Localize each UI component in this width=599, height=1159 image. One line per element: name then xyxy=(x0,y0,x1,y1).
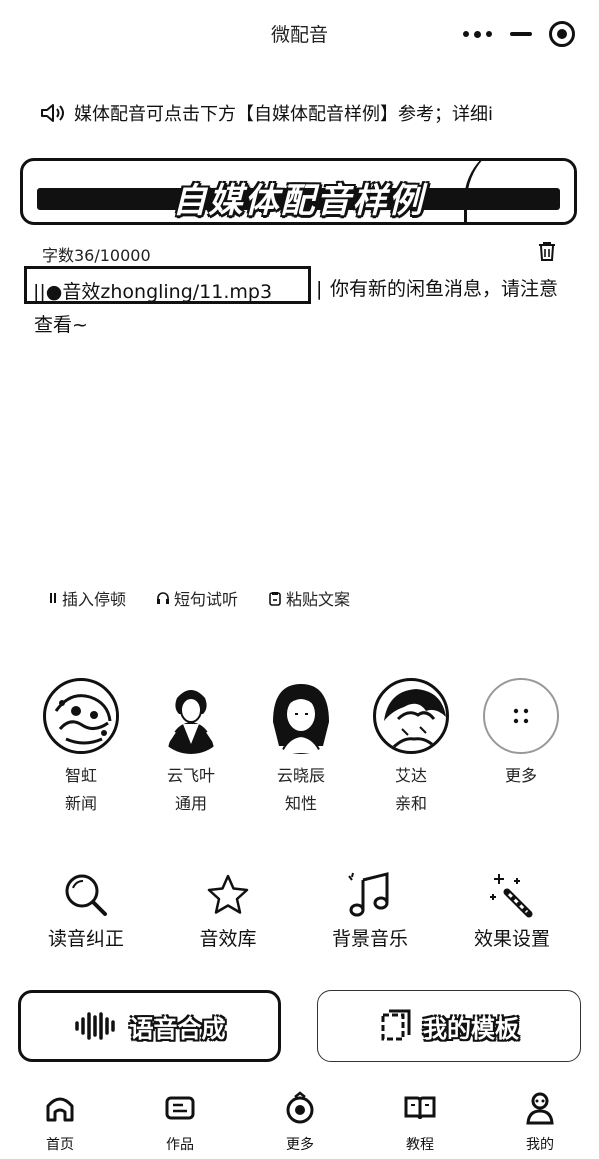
tab-label: 作品 xyxy=(166,1137,194,1153)
notice-bar[interactable]: 媒体配音可点击下方【自媒体配音样例】参考；详细i xyxy=(40,98,580,128)
tab-label: 首页 xyxy=(46,1137,74,1153)
effect-settings-button[interactable]: 效果设置 xyxy=(442,868,582,951)
pause-icon xyxy=(50,593,56,603)
tab-more[interactable]: 更多 xyxy=(260,1086,340,1154)
waveform-icon xyxy=(74,1012,115,1040)
voice-yunxiaochen[interactable]: 云晓辰 知性 xyxy=(256,678,346,818)
feature-label: 效果设置 xyxy=(473,928,550,950)
trash-icon[interactable] xyxy=(537,240,557,262)
word-count: 字数36/10000 xyxy=(42,246,151,265)
paste-icon xyxy=(269,591,281,606)
synthesize-button[interactable]: 语音合成 xyxy=(18,990,281,1062)
book-icon xyxy=(404,1096,436,1120)
sound-library-button[interactable]: 音效库 xyxy=(158,868,298,951)
sound-effect-tag-text: ||●音效zhongling/11.mp3 xyxy=(33,281,273,303)
paste-text-button[interactable]: 粘贴文案 xyxy=(268,586,350,610)
insert-pause-label: 插入停顿 xyxy=(62,590,127,609)
tag-end-marker: | xyxy=(316,278,323,300)
voice-more[interactable]: 更多 xyxy=(476,678,566,790)
voice-aida[interactable]: 艾达 亲和 xyxy=(366,678,456,818)
more-dots-icon[interactable] xyxy=(463,30,492,38)
preview-sentence-label: 短句试听 xyxy=(174,590,239,609)
template-icon xyxy=(381,1009,411,1041)
works-icon xyxy=(165,1096,195,1120)
star-icon xyxy=(207,874,249,914)
feature-row: 读音纠正 音效库 背景音乐 效果设置 xyxy=(0,868,599,958)
magnifier-icon xyxy=(65,874,107,916)
avatar-zhihong-icon xyxy=(43,678,119,754)
editor-text-line2: 查看~ xyxy=(34,314,88,336)
voice-more-label: 更多 xyxy=(504,766,537,785)
voice-name: 艾达 xyxy=(394,766,427,785)
banner-title: 自媒体配音样例 xyxy=(172,181,425,221)
magic-wand-icon xyxy=(490,874,533,918)
text-editor[interactable]: ||●音效zhongling/11.mp3 | 你有新的闲鱼消息，请注意 查看~ xyxy=(24,266,564,336)
voice-style: 新闻 xyxy=(64,794,97,813)
tab-works[interactable]: 作品 xyxy=(140,1086,220,1154)
voice-zhihong[interactable]: 智虹 新闻 xyxy=(36,678,126,818)
title-bar: 微配音 xyxy=(0,0,599,68)
my-templates-label: 我的模板 xyxy=(423,1014,519,1043)
editor-text-line1: 你有新的闲鱼消息，请注意 xyxy=(330,278,559,300)
tab-label: 教程 xyxy=(406,1137,434,1153)
voice-name: 智虹 xyxy=(64,766,97,785)
paste-text-label: 粘贴文案 xyxy=(286,590,351,609)
feature-label: 背景音乐 xyxy=(331,928,408,950)
user-icon xyxy=(526,1092,554,1125)
pronunciation-correction-button[interactable]: 读音纠正 xyxy=(16,868,156,951)
tab-profile[interactable]: 我的 xyxy=(500,1086,580,1154)
feature-label: 读音纠正 xyxy=(47,928,124,950)
bottom-tab-bar: 首页 作品 更多 教程 我的 xyxy=(0,1086,599,1159)
sound-effect-tag[interactable]: ||●音效zhongling/11.mp3 xyxy=(24,266,311,304)
editor-tools: 插入停顿 短句试听 粘贴文案 xyxy=(48,586,350,610)
tab-home[interactable]: 首页 xyxy=(20,1086,100,1154)
tab-label: 更多 xyxy=(286,1137,314,1153)
tab-tutorial[interactable]: 教程 xyxy=(380,1086,460,1154)
voice-style: 通用 xyxy=(174,794,207,813)
insert-pause-button[interactable]: 插入停顿 xyxy=(48,586,126,610)
minimize-icon[interactable] xyxy=(509,32,532,36)
headphones-icon xyxy=(157,592,170,604)
more-icon xyxy=(483,678,559,754)
close-target-icon[interactable] xyxy=(549,21,575,47)
feature-label: 音效库 xyxy=(199,928,257,950)
voice-style: 亲和 xyxy=(394,794,427,813)
voice-list: 智虹 新闻 云飞叶 通用 云晓辰 知性 艾达 亲和 更多 xyxy=(36,678,566,813)
more-circle-icon xyxy=(286,1091,314,1124)
speaker-icon xyxy=(41,104,64,122)
preview-sentence-button[interactable]: 短句试听 xyxy=(156,586,238,610)
avatar-yunxiaochen-icon xyxy=(263,678,339,754)
mini-program-capsule xyxy=(451,18,581,50)
avatar-aida-icon xyxy=(373,678,449,754)
home-icon xyxy=(46,1097,74,1122)
music-note-icon xyxy=(348,872,389,917)
background-music-button[interactable]: 背景音乐 xyxy=(300,868,440,951)
voice-name: 云晓辰 xyxy=(276,766,325,785)
sample-banner[interactable]: 自媒体配音样例 xyxy=(20,158,577,225)
avatar-yunfeiye-icon xyxy=(153,678,229,754)
voice-yunfeiye[interactable]: 云飞叶 通用 xyxy=(146,678,236,818)
notice-text: 媒体配音可点击下方【自媒体配音样例】参考；详细i xyxy=(74,104,493,125)
tab-label: 我的 xyxy=(526,1137,554,1153)
synthesize-label: 语音合成 xyxy=(129,1014,226,1043)
my-templates-button[interactable]: 我的模板 xyxy=(317,990,581,1062)
voice-style: 知性 xyxy=(284,794,317,813)
voice-name: 云飞叶 xyxy=(166,766,215,785)
